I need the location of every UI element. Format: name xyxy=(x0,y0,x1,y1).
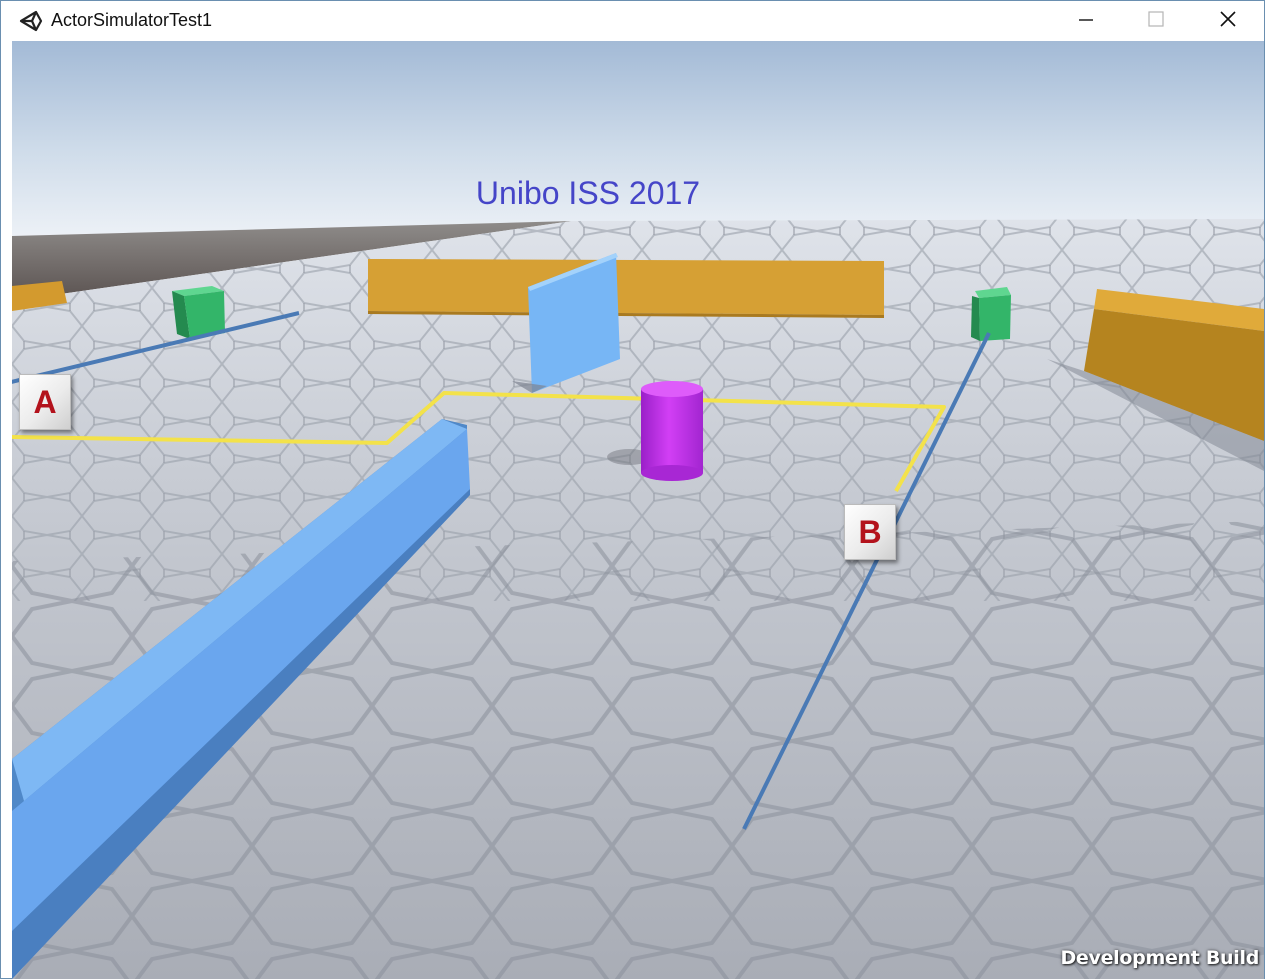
unity-icon xyxy=(18,9,44,33)
close-icon xyxy=(1219,10,1237,33)
scene-banner: Unibo ISS 2017 xyxy=(475,175,701,211)
window-title: ActorSimulatorTest1 xyxy=(51,10,213,30)
development-build-watermark: Development Build xyxy=(1060,947,1259,969)
app-window: ActorSimulatorTest1 Unibo ISS 2017 A B D… xyxy=(0,0,1265,979)
marker-a: A xyxy=(19,374,71,430)
game-viewport[interactable]: Unibo ISS 2017 A B Development Build xyxy=(12,41,1264,979)
wall-orange-back xyxy=(368,259,884,315)
cylinder-purple xyxy=(641,389,703,473)
marker-b: B xyxy=(844,504,896,560)
maximize-button[interactable] xyxy=(1121,1,1191,41)
maximize-icon xyxy=(1147,10,1165,33)
cylinder-purple-top xyxy=(641,381,703,397)
title-bar[interactable]: ActorSimulatorTest1 xyxy=(1,1,1264,41)
minimize-icon xyxy=(1077,10,1095,33)
close-button[interactable] xyxy=(1193,1,1263,41)
minimize-button[interactable] xyxy=(1051,1,1121,41)
box-green-right xyxy=(979,295,1011,341)
